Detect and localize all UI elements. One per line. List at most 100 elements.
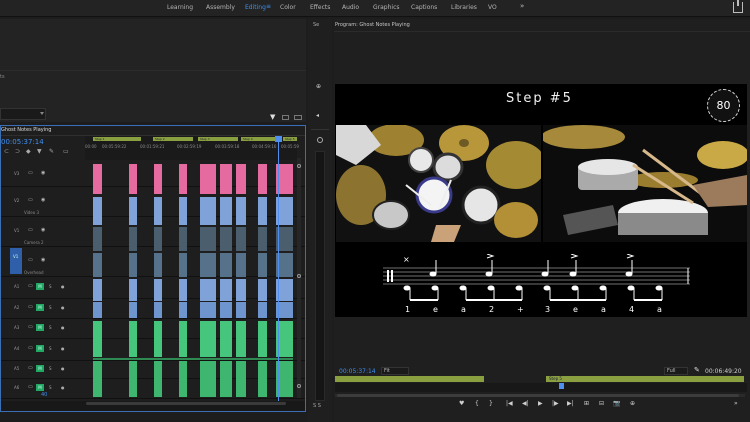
filter-icon[interactable]: ▼ [270,113,275,121]
audio-clip[interactable] [93,361,102,397]
video-clip[interactable] [220,197,232,225]
circle-icon[interactable] [317,137,323,143]
audio-clip[interactable] [258,302,267,318]
time-ruler[interactable]: Step 1 Step 2 Step 3 Step 4 Step 5 00:00… [85,136,299,160]
record-icon[interactable]: ● [61,366,65,371]
workspace-assembly[interactable]: Assembly [206,4,235,11]
track-label[interactable]: Camera 2 [24,240,44,245]
playhead-line[interactable] [278,137,279,407]
source-target-v1[interactable] [10,248,22,274]
video-clip[interactable] [129,197,137,225]
section-marker[interactable]: Step 5 [546,376,744,382]
playhead-handle[interactable] [275,136,282,142]
sync-lock-icon[interactable]: ▭ [28,170,33,176]
audio-clip[interactable] [220,361,232,397]
linked-selection-icon[interactable]: ⊃ [15,148,20,155]
overhead-clip[interactable] [236,253,246,277]
camera-clip[interactable] [236,227,246,251]
solo-button[interactable]: S [49,346,52,351]
audio-clip[interactable] [236,279,246,301]
horizontal-scrollbar[interactable] [86,402,286,405]
eye-icon[interactable]: ◉ [41,170,45,176]
audio-clip[interactable] [236,321,246,357]
track-id[interactable]: A2 [14,305,19,310]
more-controls-button[interactable]: » [734,400,738,407]
mute-button[interactable]: M [36,304,44,311]
sync-lock-icon[interactable]: ▭ [28,227,33,233]
track-header[interactable]: V1 ◉ ▭ Camera 2 [1,216,85,246]
mute-button[interactable]: M [36,384,44,391]
graphic-clip[interactable] [129,164,137,194]
audio-clip[interactable] [154,279,162,301]
program-playhead[interactable] [559,383,564,389]
mute-button[interactable]: M [36,324,44,331]
video-clip[interactable] [154,197,162,225]
audio-clip[interactable] [200,361,216,397]
track-header[interactable]: V3 ◉ ▭ [1,162,85,186]
audio-clip[interactable] [179,279,187,301]
track-header[interactable]: A4 ▭ M S ● [1,338,85,360]
solo-button[interactable]: S [49,366,52,371]
section-marker[interactable]: Step 1 [93,137,141,141]
record-icon[interactable]: ● [61,346,65,351]
add-marker-button[interactable]: ♥ [459,400,464,407]
track-label[interactable]: Overhead [24,270,44,275]
record-icon[interactable]: ● [61,305,65,310]
track-header[interactable]: A1 ▭ M S ● [1,276,85,298]
track-id[interactable]: A3 [14,325,19,330]
audio-clip[interactable] [154,321,162,357]
overhead-clip[interactable] [179,253,187,277]
track-label[interactable]: Video 3 [24,210,39,215]
audio-level-value[interactable]: 40 [41,392,47,398]
workspace-audio[interactable]: Audio [342,4,359,11]
graphic-clip[interactable] [258,164,267,194]
track-header[interactable]: A5 ▭ M S ● [1,360,85,378]
section-marker[interactable]: Step 5 [283,137,297,141]
track-id[interactable]: A4 [14,346,19,351]
track-header[interactable]: V1◉▭OverheadV1 [1,246,85,276]
go-to-out-button[interactable]: ▶| [567,400,574,407]
sync-lock-icon[interactable]: ▭ [28,324,33,330]
overhead-clip[interactable] [220,253,232,277]
eye-icon[interactable]: ◉ [41,227,45,233]
solo-labels[interactable]: S S [313,403,321,409]
sync-lock-icon[interactable]: ▭ [28,197,33,203]
settings-wrench-icon[interactable]: ✎ [694,366,700,374]
sync-lock-icon[interactable]: ▭ [28,384,33,390]
mark-out-button[interactable]: } [489,400,493,407]
video-clip[interactable] [200,197,216,225]
lift-button[interactable]: ⊞ [584,400,589,407]
audio-clip[interactable] [200,302,216,318]
audio-clip[interactable] [129,279,137,301]
record-icon[interactable]: ● [61,284,65,289]
video-clip[interactable] [93,197,102,225]
section-marker[interactable]: Step 3 [198,137,238,141]
vertical-zoom-scrollbar[interactable] [297,158,301,398]
comparison-view-button[interactable]: ⊕ [630,400,635,407]
track-id[interactable]: A1 [14,284,19,289]
play-button[interactable]: ▶ [538,400,543,407]
record-icon[interactable]: ● [61,325,65,330]
video-clip[interactable] [258,197,267,225]
track-header[interactable]: A3 ▭ M S ● [1,318,85,338]
export-frame-icon[interactable] [282,115,289,120]
audio-clip[interactable] [258,361,267,397]
solo-button[interactable]: S [49,284,52,289]
captions-icon[interactable]: ▭ [63,148,69,155]
track-id[interactable]: V2 [14,198,19,203]
section-marker[interactable]: Step 2 [153,137,193,141]
overhead-clip[interactable] [200,253,216,277]
solo-button[interactable]: S [49,385,52,390]
overhead-clip[interactable] [258,253,267,277]
sync-lock-icon[interactable]: ▭ [28,283,33,289]
graphic-clip[interactable] [220,164,232,194]
workspace-libraries[interactable]: Libraries [451,4,477,11]
sync-lock-icon[interactable]: ▭ [28,257,33,263]
source-target-label[interactable]: V1 [13,254,18,259]
audio-clip[interactable] [129,321,137,357]
workspace-graphics[interactable]: Graphics [373,4,400,11]
audio-clip[interactable] [236,302,246,318]
audio-clip[interactable] [200,321,216,357]
audio-clip[interactable] [129,361,137,397]
audio-clip[interactable] [258,321,267,357]
